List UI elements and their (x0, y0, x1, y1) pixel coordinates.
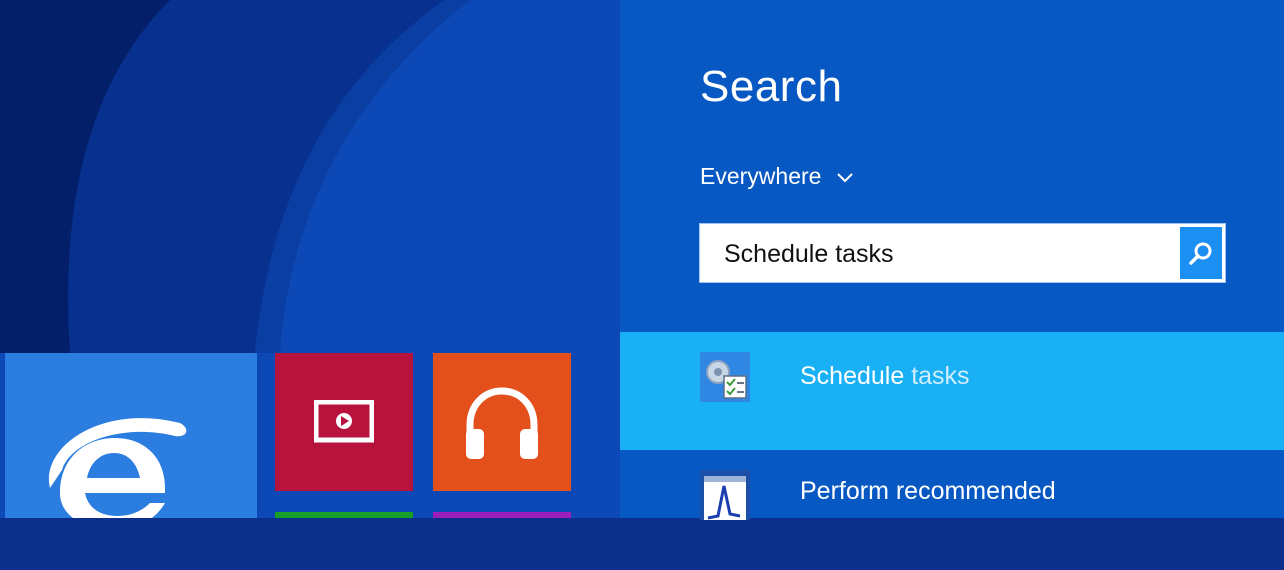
search-title: Search (700, 62, 843, 111)
video-tile[interactable] (275, 353, 413, 491)
green-tile[interactable] (275, 512, 413, 518)
search-result-label: Schedule tasks (800, 362, 970, 390)
internet-explorer-tile[interactable] (5, 353, 257, 518)
search-scope-dropdown[interactable]: Everywhere (700, 163, 855, 190)
purple-tile[interactable] (433, 512, 571, 518)
performance-icon (700, 470, 750, 520)
task-scheduler-icon (700, 352, 750, 402)
search-pane: Search Everywhere Schedule tasks Schedul… (620, 0, 1284, 520)
music-tile[interactable] (433, 353, 571, 491)
internet-explorer-icon (48, 418, 187, 518)
search-button[interactable] (1180, 227, 1222, 279)
chevron-down-icon (837, 172, 854, 182)
start-screen-background (0, 0, 620, 518)
search-box (699, 223, 1226, 284)
search-input[interactable] (722, 224, 1146, 284)
video-play-icon (314, 400, 374, 443)
search-result-schedule-tasks[interactable]: Schedule tasks (620, 332, 1284, 450)
search-icon (1189, 242, 1212, 265)
search-result-perform-recommended[interactable]: Perform recommended (620, 452, 1284, 570)
headphones-icon (466, 387, 538, 459)
search-result-label: Perform recommended (800, 477, 1056, 505)
search-scope-label: Everywhere (700, 163, 822, 189)
